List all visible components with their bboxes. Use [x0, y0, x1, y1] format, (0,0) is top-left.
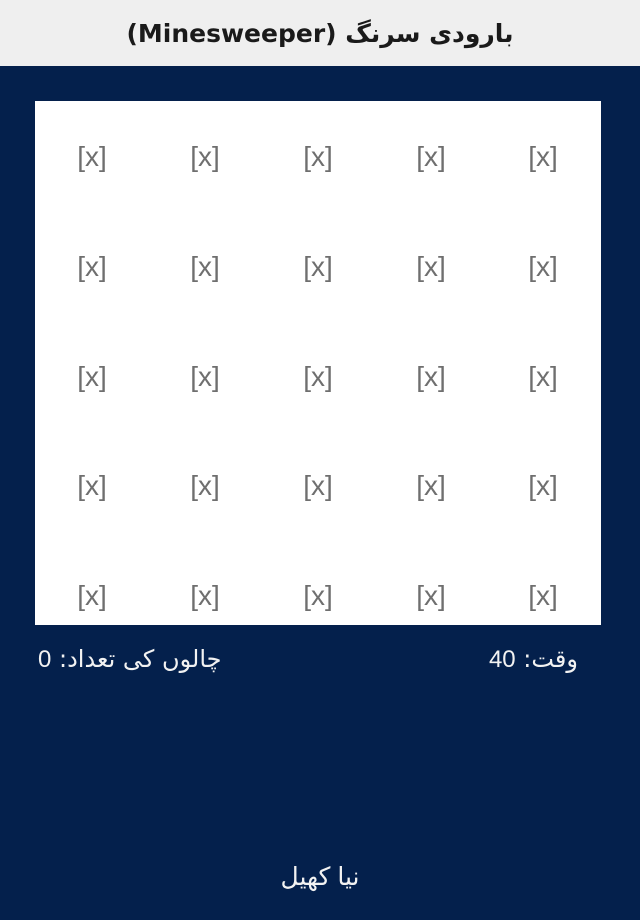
board-cell[interactable]: [x]	[52, 464, 132, 508]
moves-value: 0	[38, 646, 52, 673]
board-cell[interactable]: [x]	[503, 574, 583, 618]
title-bar: بارودی سرنگ (Minesweeper)	[0, 0, 640, 66]
moves-label: چالوں کی تعداد:	[59, 645, 222, 673]
board-cell[interactable]: [x]	[503, 135, 583, 179]
board-cell[interactable]: [x]	[503, 245, 583, 289]
time-counter: 40 وقت:	[489, 645, 578, 674]
board-cell[interactable]: [x]	[391, 464, 471, 508]
board-cell[interactable]: [x]	[165, 574, 245, 618]
board-cell[interactable]: [x]	[278, 464, 358, 508]
board-cell[interactable]: [x]	[278, 135, 358, 179]
board-cell[interactable]: [x]	[52, 135, 132, 179]
board-cell[interactable]: [x]	[165, 245, 245, 289]
app-title: بارودی سرنگ (Minesweeper)	[126, 18, 514, 48]
board-cell[interactable]: [x]	[165, 135, 245, 179]
board-cell[interactable]: [x]	[52, 355, 132, 399]
board-cell[interactable]: [x]	[391, 355, 471, 399]
board-cell[interactable]: [x]	[391, 574, 471, 618]
new-game-button[interactable]: نیا کھیل	[0, 855, 640, 899]
board-cell[interactable]: [x]	[391, 135, 471, 179]
board-cell[interactable]: [x]	[165, 355, 245, 399]
game-board: [x] [x] [x] [x] [x] [x] [x] [x] [x] [x] [x] [x] [x] […	[35, 101, 601, 625]
board-cell[interactable]: [x]	[52, 245, 132, 289]
board-cell[interactable]: [x]	[278, 355, 358, 399]
time-value: 40	[488, 646, 516, 673]
board-cell[interactable]: [x]	[165, 464, 245, 508]
board-cell[interactable]: [x]	[503, 464, 583, 508]
board-cell[interactable]: [x]	[52, 574, 132, 618]
board-cell[interactable]: [x]	[391, 245, 471, 289]
board-cell[interactable]: [x]	[278, 245, 358, 289]
moves-counter: 0 چالوں کی تعداد:	[38, 645, 221, 674]
board-cell[interactable]: [x]	[503, 355, 583, 399]
board-cell[interactable]: [x]	[278, 574, 358, 618]
time-label: وقت:	[523, 645, 578, 673]
